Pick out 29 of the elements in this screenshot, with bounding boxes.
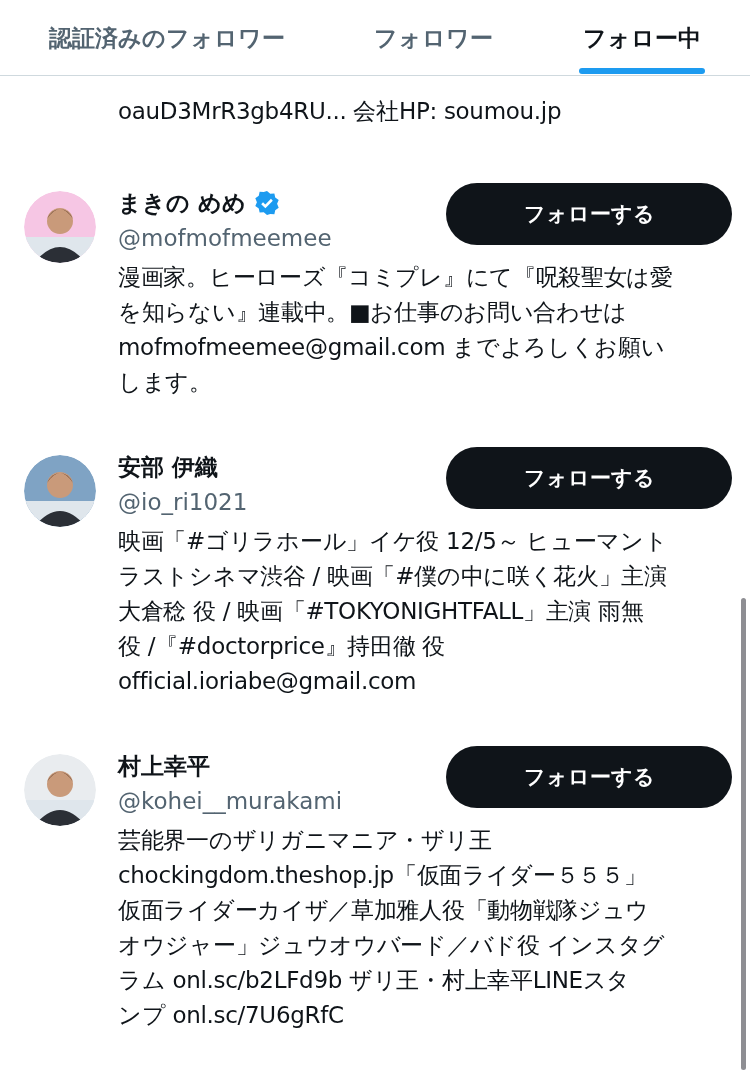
user-name: 村上幸平 [118, 751, 210, 781]
tab[interactable]: フォロワー [364, 0, 504, 75]
bio-text: ラム onl.sc/b2LFd9b ザリ王・村上幸平LINEスタ [118, 966, 632, 995]
bio-text: 仮面ライダーカイザ／草加雅人役「動物戦隊ジュウ [118, 896, 651, 925]
user-name: 安部 伊織 [118, 452, 218, 482]
bio-text: 大倉稔 役 / 映画「#TOKYONIGHTFALL」主演 雨無 [118, 597, 645, 626]
follow-button[interactable]: フォローする [446, 746, 732, 808]
bio-text: 芸能界一のザリガニマニア・ザリ王 [118, 826, 493, 855]
user-name: まきの めめ [118, 188, 246, 218]
bio-text: official.ioriabe@gmail.com [118, 667, 418, 696]
bio-text: 役 /『#doctorprice』持田徹 役 [118, 632, 447, 661]
tab[interactable]: 認証済みのフォロワー [38, 0, 295, 75]
bio-text: オウジャー」ジュウオウバード／バド役 インスタグ [118, 931, 667, 960]
follow-button[interactable]: フォローする [446, 183, 732, 245]
bio-text: ラストシネマ渋谷 / 映画「#僕の中に咲く花火」主演 [118, 562, 668, 591]
verified-badge-icon [254, 190, 280, 216]
tab[interactable]: フォロー中 [573, 0, 712, 75]
bio-text: mofmofmeemee@gmail.com までよろしくお願い [118, 333, 666, 362]
bio-text: 映画「#ゴリラホール」イケ役 12/5～ ヒューマント [118, 527, 669, 556]
user-handle: @mofmofmeemee [118, 224, 332, 253]
follow-button[interactable]: フォローする [446, 447, 732, 509]
bio-text: 漫画家。ヒーローズ『コミプレ』にて『呪殺聖女は愛 [118, 263, 674, 292]
bio-text: します。 [118, 368, 213, 397]
bio-text: oauD3MrR3gb4RU... 会社HP: soumou.jp [118, 97, 563, 126]
user-handle: @kohei__murakami [118, 787, 343, 816]
bio-text: を知らない』連載中。■お仕事のお問い合わせは [118, 298, 629, 327]
user-handle: @io_ri1021 [118, 488, 248, 517]
bio-text: ンプ onl.sc/7U6gRfC [118, 1001, 345, 1030]
bio-text: chockingdom.theshop.jp「仮面ライダー５５５」 [118, 861, 648, 890]
